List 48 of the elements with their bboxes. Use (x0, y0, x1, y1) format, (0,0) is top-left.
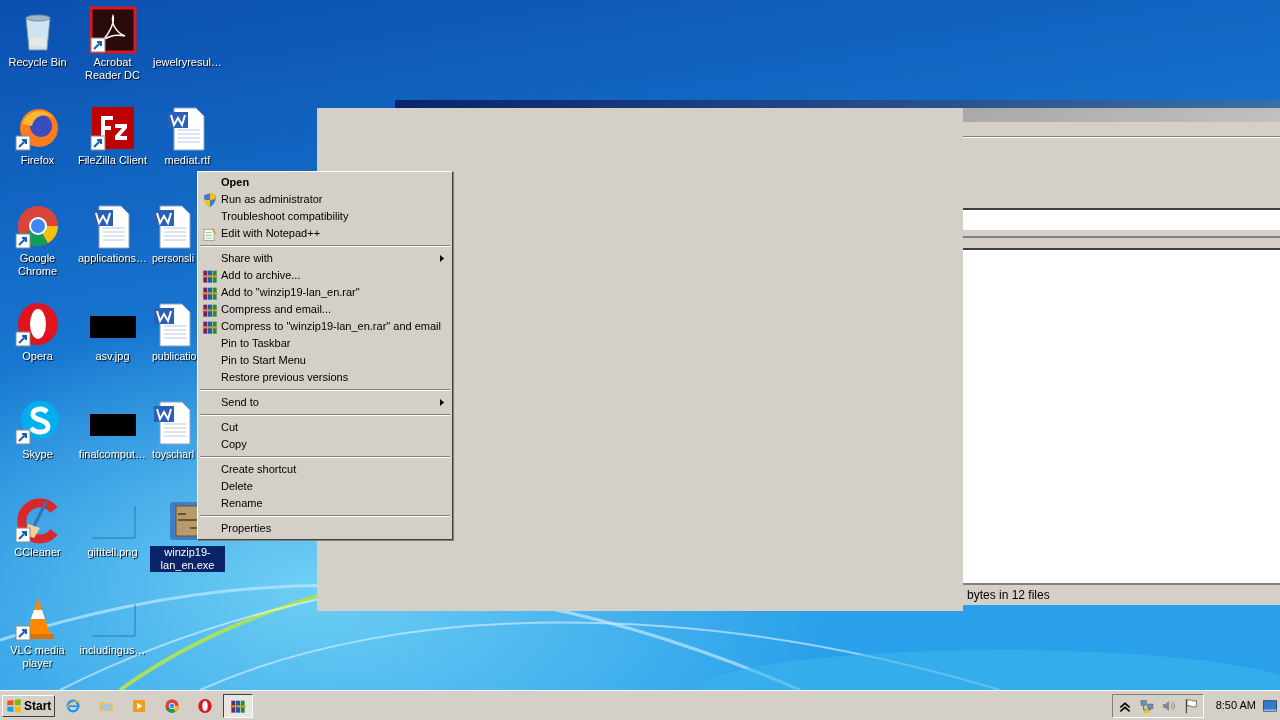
windows-logo-icon (6, 697, 22, 714)
start-button[interactable]: Start (2, 694, 56, 717)
clock-text[interactable]: 8:50 AM (1203, 697, 1262, 714)
desktop-icon-label[interactable]: winzip19-lan_en.exe (150, 546, 225, 572)
menu-item[interactable]: Properties (200, 520, 450, 537)
menu-item[interactable]: Add to archive... (200, 267, 450, 284)
show-desktop-icon[interactable] (1262, 698, 1278, 713)
menu-item[interactable]: Compress to "winzip19-lan_en.rar" and email (200, 318, 450, 335)
submenu-arrow-icon (440, 399, 444, 406)
status-text: bytes in 12 files (967, 587, 1050, 604)
notepad-icon (202, 225, 218, 242)
menu-item[interactable]: Pin to Taskbar (200, 335, 450, 352)
submenu-arrow-icon (440, 255, 444, 262)
desktop-icon-label[interactable]: asv.jpg (94, 350, 131, 363)
desktop-icon-label[interactable]: FileZilla Client (76, 154, 149, 167)
desktop-icon-label[interactable]: publicatio (151, 350, 198, 363)
menu-item[interactable]: Delete (200, 478, 450, 495)
menu-item[interactable]: Run as administrator (200, 191, 450, 208)
menu-item[interactable]: Rename (200, 495, 450, 512)
desktop-icon-label[interactable]: applications… (76, 252, 149, 265)
menu-item[interactable]: Cut (200, 419, 450, 436)
chrome-icon (164, 696, 181, 715)
desktop-icon-label[interactable]: Opera (21, 350, 54, 363)
menu-item[interactable]: Send to (200, 394, 450, 411)
opera-icon (197, 696, 214, 715)
menu-item[interactable]: Compress and email... (200, 301, 450, 318)
filezilla-icon[interactable] (88, 104, 137, 152)
desktop-icon-label[interactable]: mediat.rtf (163, 154, 212, 167)
menu-item[interactable]: Pin to Start Menu (200, 352, 450, 369)
menu-item[interactable]: Add to "winzip19-lan_en.rar" (200, 284, 450, 301)
menu-item[interactable]: Troubleshoot compatibility (200, 208, 450, 225)
desktop-icon-label[interactable]: personsli (151, 252, 196, 265)
desktop-icon-label[interactable]: jewelryresul… (151, 56, 224, 69)
desktop-icon-label[interactable]: Acrobat Reader DC (75, 56, 150, 82)
shield-icon (202, 191, 218, 208)
desktop-icon-label[interactable]: Google Chrome (0, 252, 75, 278)
pdf-reader-icon[interactable] (88, 6, 137, 54)
menu-item[interactable]: Copy (200, 436, 450, 453)
network-icon[interactable] (1138, 697, 1155, 714)
menu-item[interactable]: Open (200, 174, 450, 191)
menu-item[interactable]: Create shortcut (200, 461, 450, 478)
desktop-icon-label[interactable]: Firefox (19, 154, 56, 167)
menu-item[interactable]: Restore previous versions (200, 369, 450, 386)
taskbar-button[interactable] (223, 693, 254, 718)
menu-item[interactable]: Share with (200, 250, 450, 267)
desktop-icon-label[interactable]: Recycle Bin (7, 56, 68, 69)
menu-item[interactable]: Edit with Notepad++ (200, 225, 450, 242)
skype-icon[interactable] (13, 398, 62, 446)
